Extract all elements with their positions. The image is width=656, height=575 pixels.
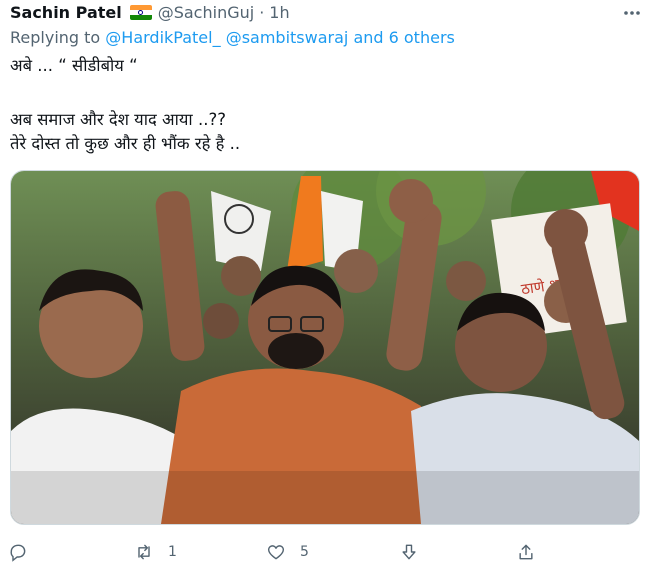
protest-photo: ठाणे शहर [11,171,639,524]
like-button[interactable]: 5 [266,536,309,568]
reply-icon [10,544,26,562]
like-icon [267,545,285,560]
share-button[interactable] [516,536,536,568]
tweet-photo[interactable]: ठाणे शहर [10,170,640,525]
tweet-actions: 1 5 [0,536,656,568]
replying-to: Replying to @HardikPatel_ @sambitswaraj … [10,28,455,47]
downvote-button[interactable] [399,536,419,568]
reply-to-user-1[interactable]: @HardikPatel_ [105,28,220,47]
india-flag-icon [129,4,152,20]
retweet-button[interactable]: 1 [134,536,177,568]
like-count: 5 [300,544,309,560]
timestamp[interactable]: 1h [269,3,289,22]
display-name[interactable]: Sachin Patel [10,3,122,22]
reply-to-user-2[interactable]: @sambitswaraj [226,28,349,47]
reply-to-others[interactable]: and 6 others [353,28,454,47]
tweet-text-line-2: अब समाज और देश याद आया ..?? [10,110,226,129]
share-icon [519,544,533,560]
user-handle[interactable]: @SachinGuj [158,3,254,22]
downvote-icon [402,544,416,560]
reply-button[interactable] [8,536,42,568]
tweet-text-line-1: अबे ... “ सीडीबोय “ [10,56,138,75]
tweet-header: Sachin Patel @SachinGuj · 1h [10,0,290,24]
separator: · [259,2,265,22]
retweet-count: 1 [168,544,177,560]
tweet-text-line-3: तेरे दोस्त तो कुछ और ही भौंक रहे है .. [10,134,241,153]
retweet-icon [138,544,150,560]
more-icon[interactable] [620,2,644,24]
replying-prefix: Replying to [10,28,101,47]
